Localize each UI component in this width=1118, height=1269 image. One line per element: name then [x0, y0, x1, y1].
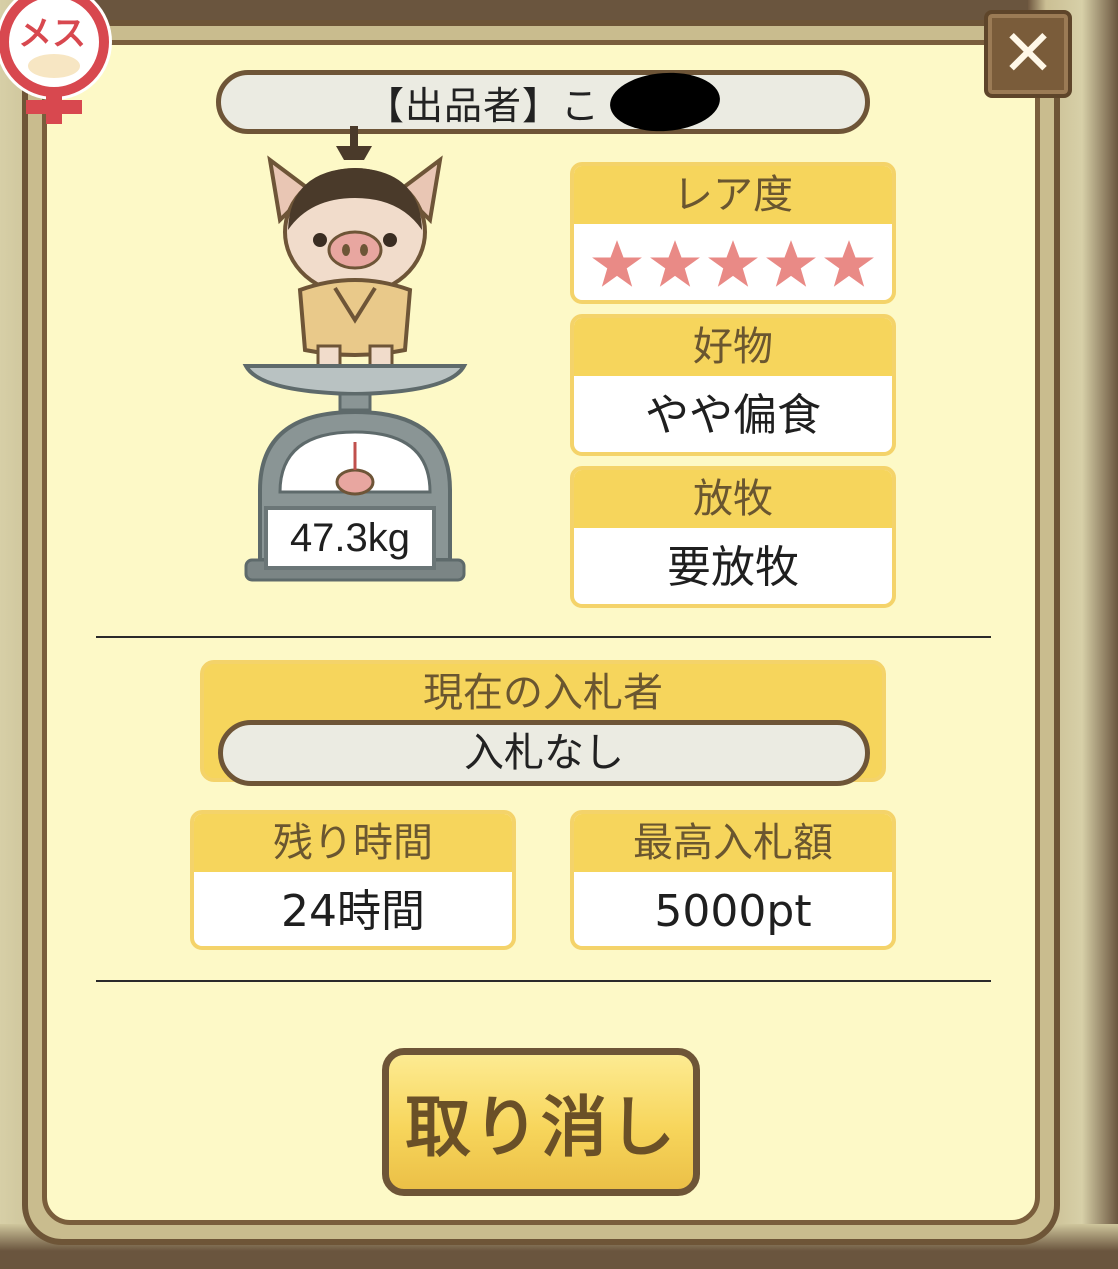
- weight-readout: 47.3kg: [264, 506, 436, 570]
- current-bidder-title: 現在の入札者: [423, 670, 663, 716]
- star-icon: [764, 238, 818, 294]
- star-icon: [706, 238, 760, 294]
- highest-bid-title: 最高入札額: [574, 814, 892, 872]
- grazing-value: 要放牧: [667, 542, 799, 593]
- close-icon: ✕: [1001, 17, 1055, 91]
- rarity-stars: [574, 224, 892, 294]
- star-icon: [648, 238, 702, 294]
- current-bidder-card: 現在の入札者 入札なし: [200, 660, 886, 786]
- preference-title: 好物: [574, 318, 892, 376]
- star-icon: [590, 238, 644, 294]
- remaining-time-title: 残り時間: [194, 814, 512, 872]
- redacted-name-mark: [608, 69, 722, 135]
- highest-bid-value: 5000pt: [654, 886, 812, 937]
- remaining-time-value: 24時間: [281, 886, 425, 937]
- remaining-time-card: 残り時間 24時間: [190, 810, 516, 950]
- rarity-title: レア度: [574, 166, 892, 224]
- grazing-title: 放牧: [574, 470, 892, 528]
- highest-bid-card: 最高入札額 5000pt: [570, 810, 896, 950]
- divider-bottom: [96, 980, 991, 982]
- preference-card: 好物 やや偏食: [570, 314, 896, 456]
- female-gender-badge: メス: [0, 0, 132, 130]
- rarity-card: レア度: [570, 162, 896, 304]
- current-bidder-value: 入札なし: [218, 720, 870, 786]
- star-icon: [822, 238, 876, 294]
- preference-value: やや偏食: [645, 390, 821, 441]
- close-button[interactable]: ✕: [984, 10, 1072, 98]
- grazing-card: 放牧 要放牧: [570, 466, 896, 608]
- gender-label: メス: [18, 14, 86, 54]
- divider-top: [96, 636, 991, 638]
- cancel-button[interactable]: 取り消し: [382, 1048, 700, 1196]
